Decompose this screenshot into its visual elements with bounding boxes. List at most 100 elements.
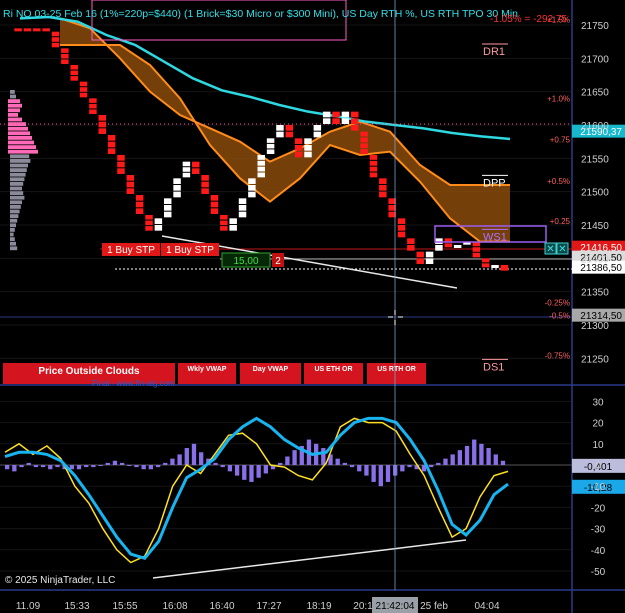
bull-brick	[257, 172, 265, 178]
profile-bar	[10, 228, 15, 232]
profile-bar	[10, 182, 24, 186]
profile-bar	[10, 232, 14, 237]
bear-brick	[481, 263, 490, 268]
bear-brick	[42, 28, 50, 32]
profile-bar	[8, 99, 20, 103]
bear-brick	[397, 231, 406, 238]
time-tick-label: 15:33	[64, 601, 89, 612]
histogram-bar	[479, 443, 484, 465]
order-count-badge[interactable]: 2	[272, 253, 284, 267]
oscillator-axis[interactable]: 30 20 10 0 -10 -20 -30 -40 -50	[591, 397, 606, 578]
bear-brick	[285, 131, 294, 138]
histogram-bar	[220, 465, 225, 468]
histogram-bar	[76, 465, 82, 470]
bear-brick	[79, 87, 88, 92]
bull-brick	[182, 167, 191, 172]
histogram-bar	[91, 465, 96, 468]
toolbar-button-us-rth-or[interactable]: US RTH OR	[367, 363, 426, 384]
profile-bar	[10, 168, 27, 172]
bear-brick	[481, 258, 490, 263]
toolbar-button-day-vwap[interactable]: Day VWAP	[240, 363, 301, 384]
histogram-bar	[134, 465, 139, 468]
copyright-text: © 2025 NinjaTrader, LLC	[5, 575, 115, 586]
price-tick-label: 21300	[581, 321, 609, 332]
close-order-buttons[interactable]: ✕ ✕	[544, 242, 569, 255]
bear-brick	[126, 188, 135, 194]
profile-bar	[10, 186, 22, 191]
bull-brick	[425, 258, 434, 264]
bear-brick	[51, 42, 60, 48]
histogram-bar	[486, 448, 491, 465]
bear-brick	[145, 220, 153, 226]
bull-brick	[425, 251, 434, 258]
profile-bar	[8, 131, 30, 136]
buy-stop-label: 1 Buy STP	[107, 245, 155, 256]
histogram-bar	[26, 462, 31, 465]
bull-brick	[322, 111, 331, 118]
bull-brick	[304, 145, 312, 151]
histogram-bar	[342, 462, 348, 465]
histogram-bar	[40, 465, 46, 468]
bull-brick	[163, 198, 172, 204]
price-tick-label: 21750	[581, 21, 609, 32]
bear-brick	[379, 185, 387, 191]
bear-brick	[379, 178, 387, 184]
bear-brick	[192, 168, 200, 174]
bear-brick	[210, 208, 219, 214]
profile-bar	[8, 117, 22, 122]
bear-brick	[61, 59, 69, 64]
bull-brick	[229, 218, 237, 224]
histogram-bar	[163, 462, 168, 465]
bear-brick	[98, 115, 106, 121]
bear-brick	[23, 28, 32, 32]
toolbar-button-us-eth-or[interactable]: US ETH OR	[304, 363, 363, 384]
histogram-bar	[357, 465, 362, 472]
buy-stop-order-2[interactable]: 1 Buy STP	[161, 243, 219, 256]
watermark-text: Final - www.fin-alg.com	[92, 379, 175, 388]
profile-bar	[10, 172, 26, 177]
time-tick-label: 16:08	[162, 601, 187, 612]
toolbar-button-label: US ETH OR	[314, 366, 352, 373]
price-tick-label: 21550	[581, 154, 609, 165]
histogram-bar	[5, 465, 10, 470]
bull-brick	[248, 185, 256, 191]
buy-stop-label: 1 Buy STP	[166, 245, 214, 256]
histogram-bar	[227, 465, 233, 472]
bear-brick	[416, 251, 424, 258]
bear-brick	[285, 125, 294, 131]
toolbar-button-wkly-vwap[interactable]: Wkly VWAP	[178, 363, 236, 384]
bear-brick	[89, 103, 97, 109]
bull-brick	[322, 118, 331, 124]
histogram-bar	[500, 460, 506, 465]
bear-brick	[70, 70, 78, 76]
bear-brick	[397, 218, 406, 224]
bear-brick	[117, 168, 125, 174]
bear-brick	[360, 143, 368, 149]
close-icon: ✕	[558, 244, 566, 255]
bear-brick	[210, 195, 219, 201]
profile-bar	[10, 159, 31, 163]
bear-brick	[369, 160, 378, 166]
bull-brick	[238, 211, 247, 218]
bear-brick	[201, 181, 209, 188]
bull-brick	[173, 185, 181, 191]
bull-brick	[173, 191, 181, 198]
bear-brick	[117, 161, 125, 168]
chart-canvas[interactable]: DR1DPPWS1DS1 +1.5%+1.0%+0.75+0.5%+0.25-0…	[0, 0, 625, 613]
oscillator-tick-label: 30	[592, 397, 604, 408]
bear-brick	[500, 265, 509, 271]
bear-brick	[210, 201, 219, 208]
oscillator-tick-label: 10	[592, 440, 604, 451]
bear-brick	[220, 220, 228, 226]
price-tick-label: 21500	[581, 188, 609, 199]
bull-brick	[313, 125, 322, 131]
histogram-bar	[378, 465, 383, 487]
profile-bar	[10, 218, 18, 223]
profile-bar	[10, 205, 21, 209]
buy-stop-order-1[interactable]: 1 Buy STP	[102, 243, 160, 256]
toolbar-button-label: US RTH OR	[377, 366, 416, 373]
bear-brick	[117, 155, 125, 161]
bull-brick	[163, 211, 172, 218]
profile-bar	[8, 136, 32, 140]
order-quantity-box[interactable]: 15,00	[221, 252, 271, 268]
